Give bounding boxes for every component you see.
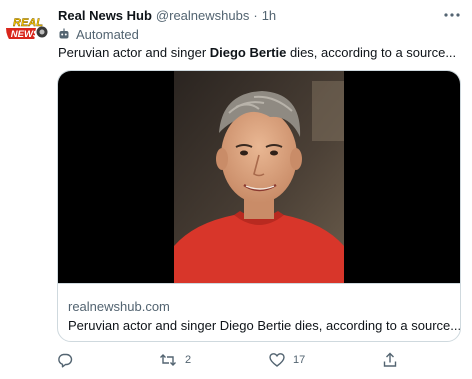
- share-icon: [383, 352, 397, 367]
- svg-text:REAL: REAL: [13, 17, 43, 29]
- tweet-text-end: dies, according to a source...: [286, 45, 457, 60]
- card-image[interactable]: [58, 71, 460, 283]
- portrait-photo: [174, 71, 344, 283]
- card-title: Peruvian actor and singer Diego Bertie d…: [68, 318, 461, 333]
- card-info[interactable]: realnewshub.com Peruvian actor and singe…: [58, 283, 460, 341]
- action-bar: 2 17: [57, 350, 417, 370]
- svg-text:NEWS: NEWS: [11, 29, 40, 40]
- share-button[interactable]: [382, 350, 398, 370]
- retweet-icon: [160, 354, 176, 366]
- link-card[interactable]: realnewshub.com Peruvian actor and singe…: [57, 70, 461, 342]
- retweet-count: 2: [185, 354, 192, 366]
- retweet-button[interactable]: 2: [159, 350, 191, 370]
- card-domain: realnewshub.com: [68, 299, 170, 314]
- automated-text: Automated: [76, 26, 139, 42]
- tweet-text-start: Peruvian actor and singer: [58, 45, 210, 60]
- tweet-time[interactable]: 1h: [262, 8, 276, 23]
- real-news-logo: REAL NEWS: [6, 6, 50, 50]
- separator-dot: ·: [253, 7, 258, 23]
- heart-icon: [269, 353, 285, 367]
- avatar[interactable]: REAL NEWS: [6, 6, 50, 50]
- tweet-header: Real News Hub @realnewshubs · 1h: [58, 6, 276, 24]
- author-handle[interactable]: @realnewshubs: [156, 8, 249, 23]
- author-name[interactable]: Real News Hub: [58, 8, 152, 23]
- more-dots-icon[interactable]: [442, 6, 462, 24]
- automated-label: Automated: [58, 26, 139, 42]
- reply-button[interactable]: [57, 350, 81, 370]
- tweet-text: Peruvian actor and singer Diego Bertie d…: [58, 45, 456, 60]
- like-button[interactable]: 17: [269, 350, 305, 370]
- reply-icon: [58, 353, 73, 368]
- like-count: 17: [293, 354, 306, 366]
- tweet-text-bold: Diego Bertie: [209, 45, 287, 60]
- tweet[interactable]: REAL NEWS Real News Hub @realnewshubs · …: [0, 0, 472, 379]
- robot-icon: [58, 28, 70, 40]
